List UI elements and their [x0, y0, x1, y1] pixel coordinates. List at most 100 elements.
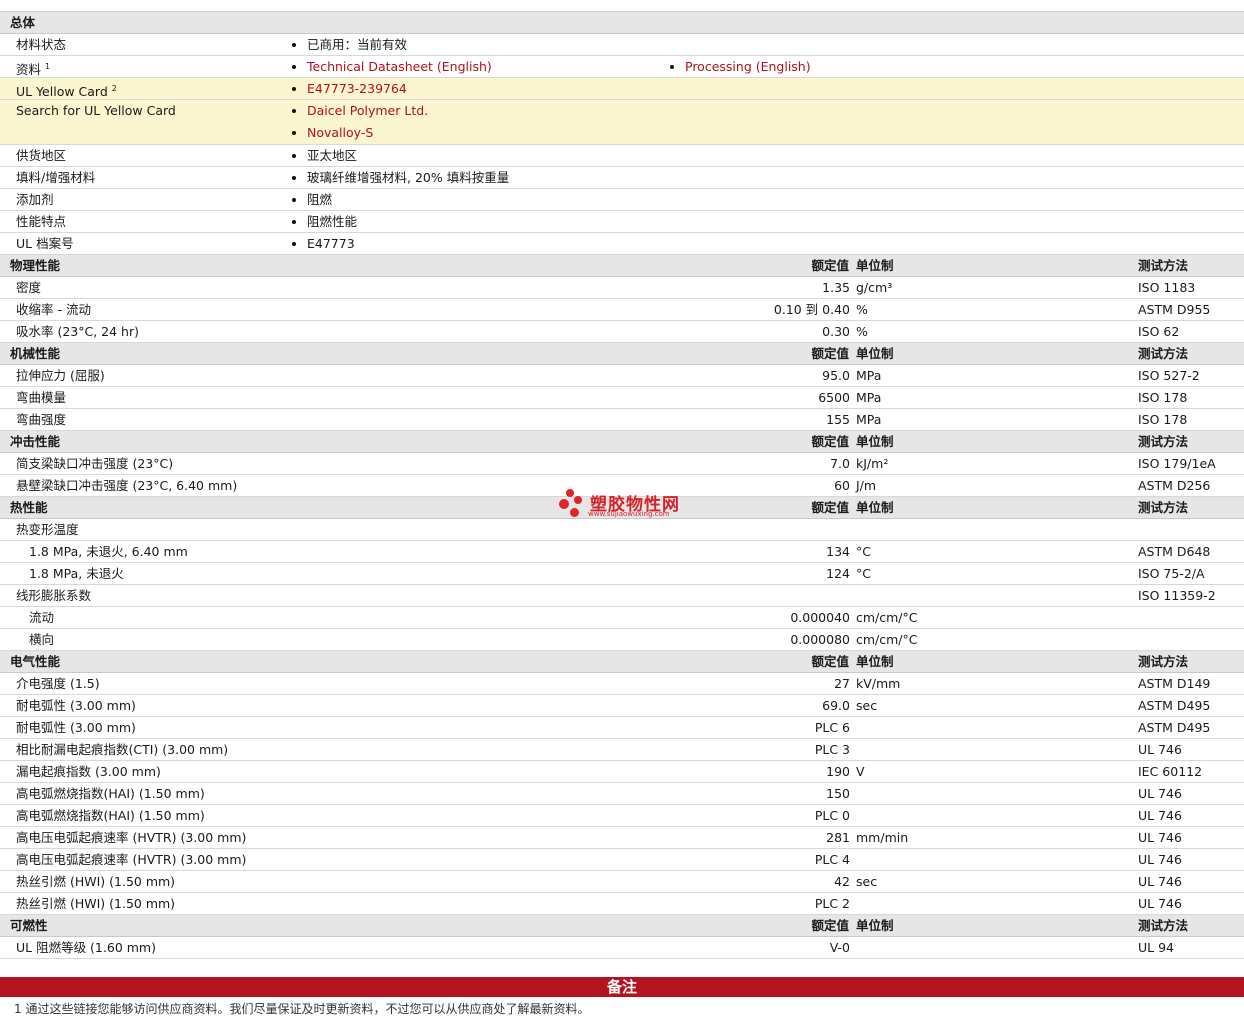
- bullet-icon: [292, 130, 296, 135]
- property-label: 耐电弧性 (3.00 mm): [16, 698, 136, 713]
- item-text: 亚太地区: [307, 148, 358, 163]
- general-row-label: 供货地区: [16, 145, 66, 167]
- property-row: 弯曲强度 155 MPa ISO 178: [0, 409, 1244, 431]
- column-header-unit: 单位制: [856, 654, 894, 669]
- item-link[interactable]: Novalloy-S: [307, 125, 373, 140]
- property-unit: g/cm³: [856, 280, 893, 295]
- column-header-method: 测试方法: [1138, 918, 1189, 933]
- property-label: 高电压电弧起痕速率 (HVTR) (3.00 mm): [16, 830, 247, 845]
- general-row-label: 性能特点: [16, 211, 66, 233]
- column-header-value: 额定值: [811, 258, 849, 273]
- general-row-item-link[interactable]: E47773-239764: [290, 78, 407, 100]
- top-spacer: [0, 0, 1244, 12]
- property-method: ISO 527-2: [1138, 368, 1200, 383]
- property-row: 高电弧燃烧指数(HAI) (1.50 mm) 150 UL 746: [0, 783, 1244, 805]
- bullet-icon: [292, 219, 296, 224]
- general-row-item-link[interactable]: Daicel Polymer Ltd.: [290, 100, 428, 122]
- property-label: 收缩率 - 流动: [16, 302, 91, 317]
- property-value: PLC 6: [814, 720, 850, 735]
- label-text: 供货地区: [16, 148, 67, 163]
- property-unit: °C: [856, 544, 871, 559]
- section-header-mechanical: 机械性能 额定值 单位制 测试方法: [0, 343, 1244, 365]
- property-unit: cm/cm/°C: [856, 610, 918, 625]
- column-header-unit: 单位制: [856, 434, 894, 449]
- property-label: 流动: [29, 610, 55, 625]
- property-unit: %: [856, 324, 868, 339]
- property-label: 高电弧燃烧指数(HAI) (1.50 mm): [16, 808, 205, 823]
- general-row-item: E47773: [290, 233, 355, 255]
- item-text: 已商用：当前有效: [307, 37, 408, 52]
- general-row-item-link[interactable]: Novalloy-S: [290, 122, 373, 144]
- property-method: ISO 75-2/A: [1138, 566, 1205, 581]
- property-row: 热丝引燃 (HWI) (1.50 mm) 42 sec UL 746: [0, 871, 1244, 893]
- bullet-icon: [292, 42, 296, 47]
- watermark-url: www.sujiaowuxing.com: [588, 510, 670, 518]
- property-row: 流动 0.000040 cm/cm/°C: [0, 607, 1244, 629]
- property-method: ISO 1183: [1138, 280, 1196, 295]
- section-title: 热性能: [10, 500, 48, 515]
- property-row: 高电弧燃烧指数(HAI) (1.50 mm) PLC 0 UL 746: [0, 805, 1244, 827]
- bullet-icon: [292, 175, 296, 180]
- property-label: 热变形温度: [16, 522, 79, 537]
- property-unit: sec: [856, 698, 878, 713]
- property-value: 60: [834, 478, 850, 493]
- property-label: 悬壁梁缺口冲击强度 (23°C, 6.40 mm): [16, 478, 238, 493]
- property-table: 总体 材料状态 已商用：当前有效 资料 1 Technical Datasheet (E…: [0, 12, 1244, 959]
- property-label: 相比耐漏电起痕指数(CTI) (3.00 mm): [16, 742, 229, 757]
- property-method: UL 746: [1138, 852, 1182, 867]
- watermark-logo-dot: [574, 496, 582, 504]
- property-value: PLC 0: [814, 808, 850, 823]
- property-row: 收缩率 - 流动 0.10 到 0.40% ASTM D955: [0, 299, 1244, 321]
- column-header-value: 额定值: [811, 654, 849, 669]
- item-link[interactable]: Technical Datasheet (English): [307, 59, 492, 74]
- property-value: PLC 3: [814, 742, 850, 757]
- item-text: 阻燃: [307, 192, 333, 207]
- property-row: 1.8 MPa, 未退火, 6.40 mm 134 °C ASTM D648: [0, 541, 1244, 563]
- property-row: 拉伸应力 (屈服) 95.0 MPa ISO 527-2: [0, 365, 1244, 387]
- section-title: 可燃性: [10, 918, 48, 933]
- section-title: 物理性能: [10, 258, 61, 273]
- section-title: 冲击性能: [10, 434, 61, 449]
- general-row: UL 档案号 E47773: [0, 233, 1244, 255]
- property-row: 介电强度 (1.5) 27 kV/mm ASTM D149: [0, 673, 1244, 695]
- property-value: 155: [826, 412, 850, 427]
- section-title: 机械性能: [10, 346, 61, 361]
- property-label: 简支梁缺口冲击强度 (23°C): [16, 456, 174, 471]
- property-value: 0.000080: [790, 632, 850, 647]
- property-label: 热丝引燃 (HWI) (1.50 mm): [16, 896, 176, 911]
- watermark-logo-dot: [566, 489, 574, 497]
- property-value: 190: [826, 764, 850, 779]
- property-method: ISO 178: [1138, 412, 1188, 427]
- property-value: 95.0: [822, 368, 850, 383]
- bullet-icon: [670, 64, 674, 69]
- item-text: 玻璃纤维增强材料, 20% 填料按重量: [307, 170, 510, 185]
- property-method: UL 746: [1138, 874, 1182, 889]
- property-row: 热变形温度: [0, 519, 1244, 541]
- item-link[interactable]: E47773-239764: [307, 81, 407, 96]
- general-row-item: 玻璃纤维增强材料, 20% 填料按重量: [290, 167, 509, 189]
- property-unit: %: [856, 302, 868, 317]
- watermark-logo-dot: [559, 499, 569, 509]
- item-link[interactable]: Daicel Polymer Ltd.: [307, 103, 428, 118]
- property-label: 漏电起痕指数 (3.00 mm): [16, 764, 161, 779]
- general-row-item-link[interactable]: Technical Datasheet (English): [290, 56, 492, 78]
- property-unit: V: [856, 764, 865, 779]
- property-label: 弯曲强度: [16, 412, 67, 427]
- section-header-general: 总体: [0, 12, 1244, 34]
- general-row: 性能特点 阻燃性能: [0, 211, 1244, 233]
- property-value: PLC 2: [814, 896, 850, 911]
- general-row-item-link[interactable]: Processing (English): [668, 56, 811, 78]
- property-method: ASTM D495: [1138, 698, 1211, 713]
- property-value: 27: [834, 676, 850, 691]
- property-row: UL 阻燃等级 (1.60 mm) V-0 UL 94: [0, 937, 1244, 959]
- property-label: 耐电弧性 (3.00 mm): [16, 720, 136, 735]
- section-header-flammability: 可燃性 额定值 单位制 测试方法: [0, 915, 1244, 937]
- item-text: E47773: [307, 236, 355, 251]
- watermark: 塑胶物性网 www.sujiaowuxing.com: [558, 488, 688, 522]
- datasheet-page: 总体 材料状态 已商用：当前有效 资料 1 Technical Datasheet (E…: [0, 0, 1244, 1016]
- item-link[interactable]: Processing (English): [685, 59, 811, 74]
- property-method: ASTM D495: [1138, 720, 1211, 735]
- property-unit: MPa: [856, 412, 882, 427]
- property-row: 耐电弧性 (3.00 mm) 69.0 sec ASTM D495: [0, 695, 1244, 717]
- property-row: 线形膨胀系数 ISO 11359-2: [0, 585, 1244, 607]
